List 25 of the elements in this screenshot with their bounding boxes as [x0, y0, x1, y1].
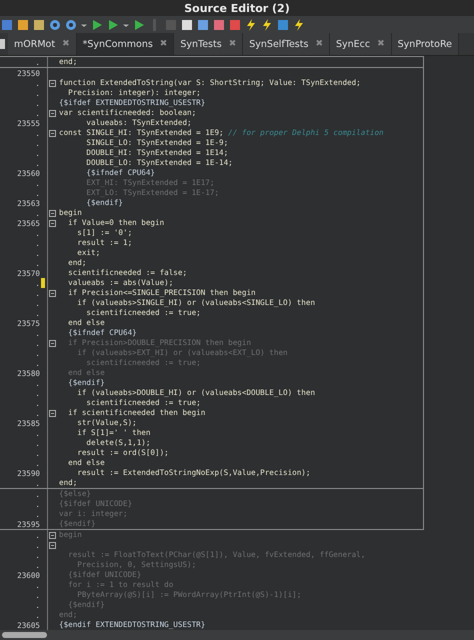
- collapse-icon[interactable]: [49, 130, 56, 136]
- editor-tab[interactable]: mORMot ✖: [8, 33, 77, 55]
- lightning-icon[interactable]: [293, 18, 305, 30]
- play-icon[interactable]: [107, 18, 119, 30]
- arrow-icon[interactable]: [91, 18, 103, 30]
- editor-tab[interactable]: SynSelfTests ✖: [243, 33, 330, 55]
- editor-tab[interactable]: SynProtoRe: [392, 33, 459, 55]
- collapse-icon[interactable]: [49, 210, 56, 216]
- window-title: Source Editor (2): [184, 2, 290, 14]
- collapse-icon[interactable]: [49, 110, 56, 116]
- collapse-icon[interactable]: [49, 80, 56, 86]
- editor-tab[interactable]: SynEcc ✖: [330, 33, 392, 55]
- close-icon[interactable]: ✖: [160, 39, 168, 49]
- scrollbar-thumb[interactable]: [2, 632, 47, 638]
- collapse-icon[interactable]: [49, 340, 56, 346]
- collapse-icon[interactable]: [49, 220, 56, 226]
- collapse-icon[interactable]: [49, 290, 56, 296]
- collapse-icon[interactable]: [49, 532, 56, 538]
- play-icon[interactable]: [133, 18, 145, 30]
- lightning-icon[interactable]: [245, 18, 257, 30]
- collapse-icon[interactable]: [49, 542, 56, 548]
- collapse-icon[interactable]: [49, 410, 56, 416]
- editor-tab[interactable]: *SynCommons ✖: [76, 33, 174, 55]
- editor-tab[interactable]: SynTests ✖: [174, 33, 244, 55]
- lightning-icon[interactable]: [261, 18, 273, 30]
